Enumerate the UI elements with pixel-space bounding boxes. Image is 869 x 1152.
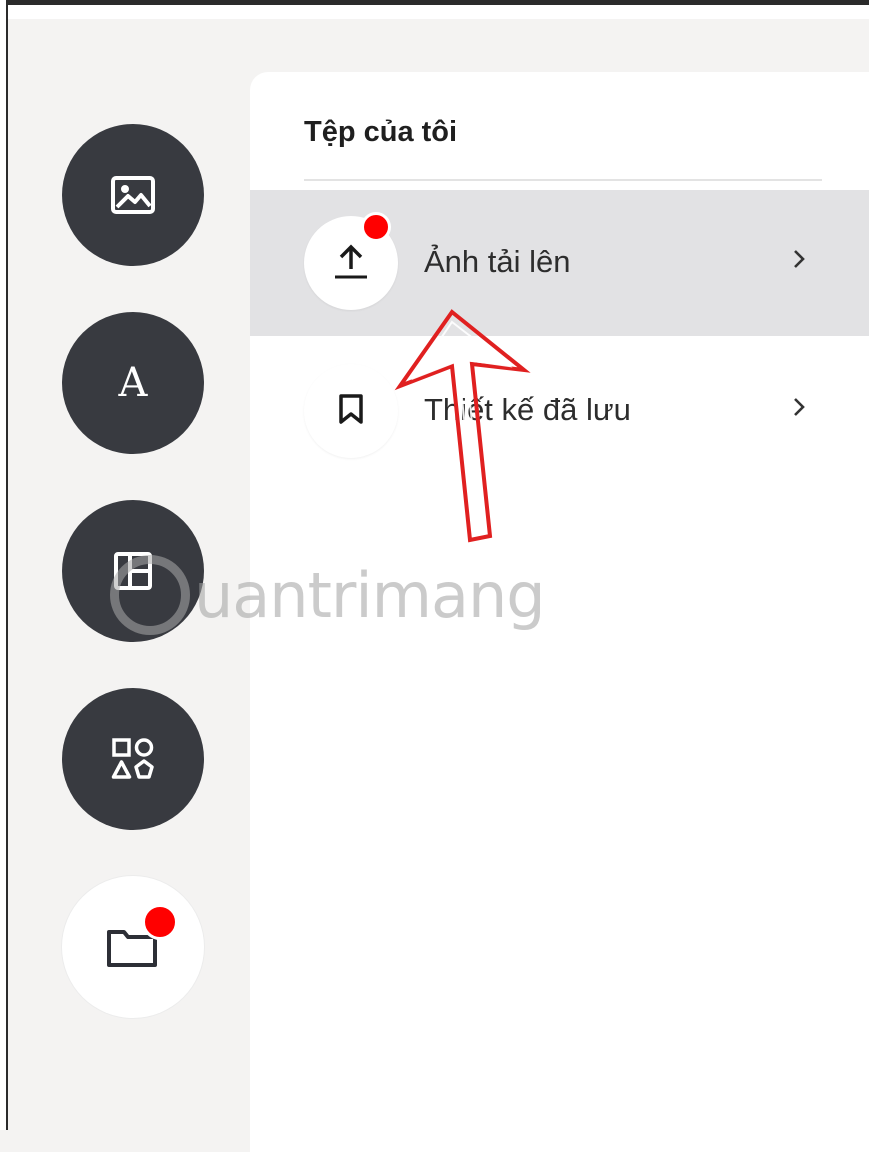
rail-button-text[interactable]: A <box>62 312 204 454</box>
notification-badge <box>361 212 391 242</box>
watermark: uantrimang <box>110 555 546 635</box>
menu-item-label: Thiết kế đã lưu <box>424 392 631 427</box>
elements-icon <box>111 737 155 781</box>
menu-item-uploads[interactable]: Ảnh tải lên <box>250 190 869 336</box>
watermark-text: uantrimang <box>194 558 546 632</box>
panel-divider <box>304 179 822 181</box>
menu-icon-circle <box>304 364 398 458</box>
notification-badge <box>142 904 178 940</box>
chevron-right-icon <box>792 396 806 423</box>
top-strip <box>8 5 869 19</box>
window-frame-left <box>0 0 8 1130</box>
rail-button-images[interactable] <box>62 124 204 266</box>
menu-item-label: Ảnh tải lên <box>424 244 571 279</box>
panel-title: Tệp của tôi <box>304 116 458 148</box>
text-icon: A <box>118 360 148 406</box>
menu-item-saved-designs[interactable]: Thiết kế đã lưu <box>250 338 869 484</box>
menu-icon-circle <box>304 212 398 310</box>
watermark-logo-icon <box>110 555 190 635</box>
chevron-right-icon <box>792 248 806 275</box>
rail-button-elements[interactable] <box>62 688 204 830</box>
bookmark-icon <box>338 393 364 430</box>
rail-button-folder[interactable] <box>62 876 204 1018</box>
image-icon <box>110 175 156 215</box>
upload-icon <box>331 241 371 286</box>
